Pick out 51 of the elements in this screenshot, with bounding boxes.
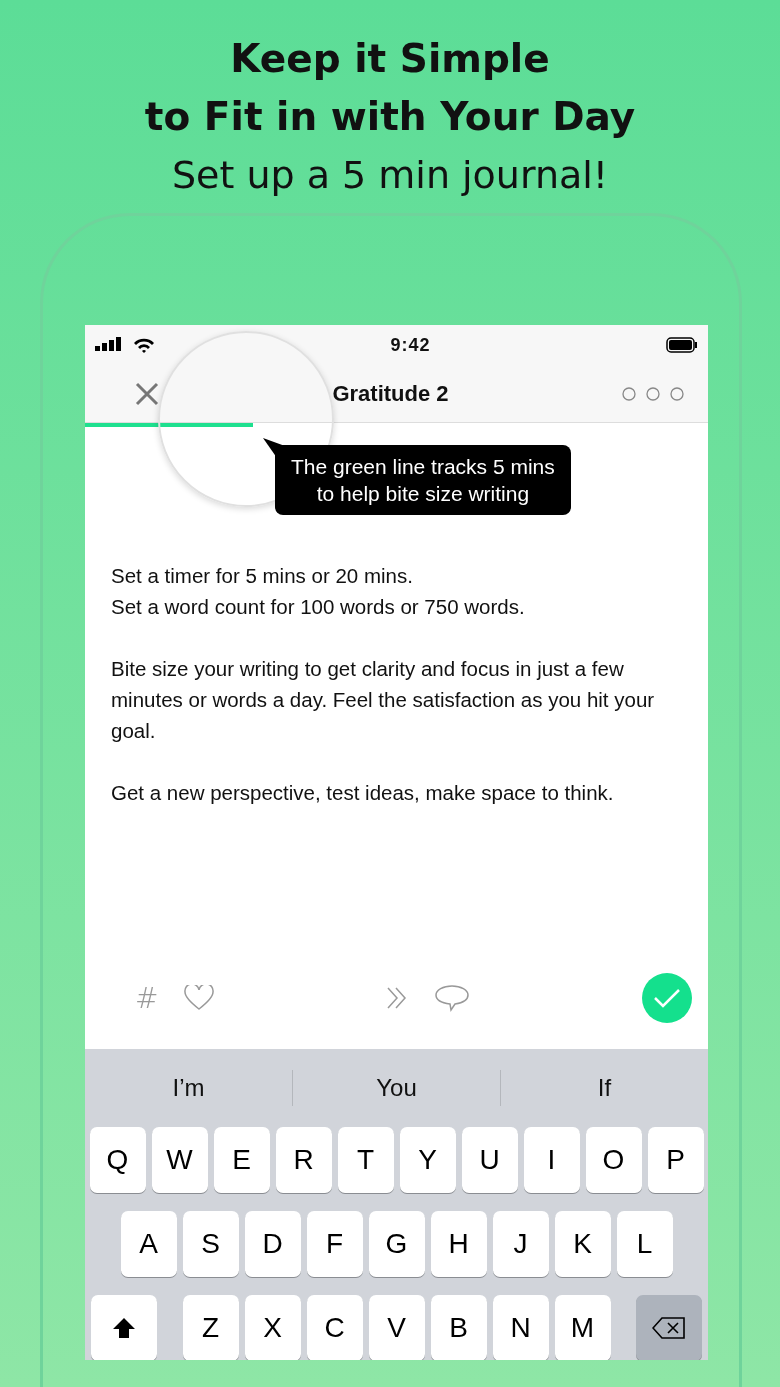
nav-title: Gratitude 2 (332, 380, 449, 407)
key[interactable]: M (554, 1295, 611, 1360)
key[interactable]: R (275, 1127, 332, 1193)
key[interactable]: B (430, 1295, 487, 1360)
key[interactable]: E (213, 1127, 270, 1193)
body-paragraph: Bite size your writing to get clarity and focus in just a few minutes or words a day. Feel the satisfaction as you hit your goal. (111, 656, 656, 744)
key[interactable]: F (306, 1211, 363, 1277)
key[interactable]: L (616, 1211, 673, 1277)
headline: to Fit in with Your Day (144, 93, 636, 141)
close-icon[interactable] (135, 381, 159, 406)
more-icon[interactable] (622, 385, 686, 402)
key[interactable]: H (430, 1211, 487, 1277)
speech-bubble-icon[interactable] (434, 984, 471, 1012)
key[interactable]: Y (399, 1127, 456, 1193)
key[interactable]: S (182, 1211, 239, 1277)
body-paragraph: Set a timer for 5 mins or 20 mins. Set a word count for 100 words or 750 words. (111, 563, 526, 620)
body-paragraph: Get a new perspective, test ideas, make space to think. (111, 780, 615, 806)
key[interactable]: N (492, 1295, 549, 1360)
subtitle: Set up a 5 min journal! (171, 152, 609, 199)
key[interactable]: A (120, 1211, 177, 1277)
key[interactable]: C (306, 1295, 363, 1360)
key[interactable]: K (554, 1211, 611, 1277)
shift-key[interactable] (91, 1295, 157, 1360)
suggestion[interactable]: I’m (85, 1074, 292, 1102)
key[interactable]: P (647, 1127, 704, 1193)
key[interactable]: D (244, 1211, 301, 1277)
key[interactable]: J (492, 1211, 549, 1277)
wifi-icon (133, 337, 155, 353)
key[interactable]: W (151, 1127, 208, 1193)
key[interactable]: I (523, 1127, 580, 1193)
status-time: 9:42 (390, 334, 431, 356)
headline: Keep it Simple (230, 35, 550, 83)
key[interactable]: X (244, 1295, 301, 1360)
delete-key[interactable] (636, 1295, 702, 1360)
shift-arrow-icon (112, 1317, 136, 1339)
key[interactable]: U (461, 1127, 518, 1193)
suggestion[interactable]: If (501, 1074, 708, 1102)
suggestion[interactable]: You (293, 1074, 500, 1102)
key[interactable]: V (368, 1295, 425, 1360)
tooltip: The green line tracks 5 mins to help bite size writing (275, 445, 571, 515)
key[interactable]: O (585, 1127, 642, 1193)
double-chevron-icon[interactable] (386, 986, 409, 1010)
key[interactable]: Q (89, 1127, 146, 1193)
key[interactable]: G (368, 1211, 425, 1277)
key[interactable]: Z (182, 1295, 239, 1360)
battery-icon (666, 337, 698, 353)
checkmark-icon (653, 987, 681, 1009)
done-button[interactable] (642, 973, 692, 1023)
key[interactable]: T (337, 1127, 394, 1193)
heart-icon[interactable] (184, 985, 215, 1011)
backspace-icon (652, 1316, 686, 1340)
